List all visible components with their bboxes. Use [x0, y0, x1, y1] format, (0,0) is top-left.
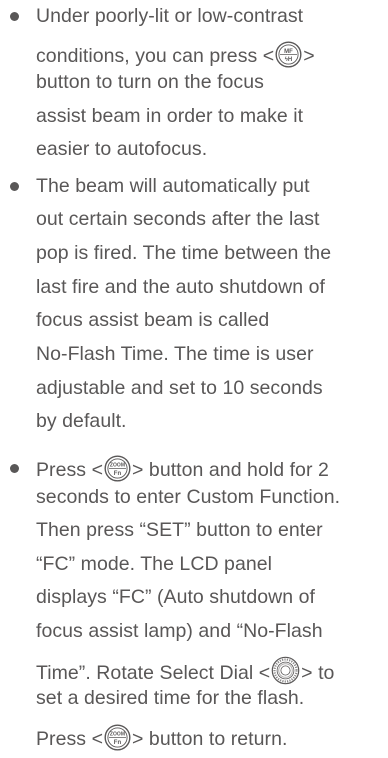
- text-segment: > button to return.: [132, 728, 288, 750]
- text-segment: Time”. Rotate Select Dial <: [36, 662, 271, 684]
- bullet-marker: [10, 464, 19, 473]
- text-line: assist beam in order to make it: [36, 105, 304, 127]
- text-line: by default.: [36, 410, 127, 432]
- text-line: displays “FC” (Auto shutdown of: [36, 586, 315, 608]
- text-segment: >: [303, 45, 315, 67]
- text-line: Then press “SET” button to enter: [36, 519, 323, 541]
- text-line: No-Flash Time. The time is user: [36, 343, 314, 365]
- text-line: out certain seconds after the last: [36, 208, 320, 230]
- zoom-label: ZOOM: [110, 463, 125, 469]
- text-line: last fire and the auto shutdown of: [36, 276, 325, 298]
- bullet-marker: [10, 182, 19, 191]
- text-segment: Press <: [36, 459, 104, 481]
- text-line: focus assist lamp) and “No-Flash: [36, 620, 323, 642]
- fn-label: Fn: [114, 471, 122, 477]
- text-line: set a desired time for the flash.: [36, 687, 305, 709]
- text-line: Press < ZOOM Fn > button to return.: [36, 724, 287, 758]
- fn-label: Fn: [114, 740, 122, 746]
- text-line: button to turn on the focus: [36, 71, 264, 93]
- text-line: Under poorly-lit or low-contrast: [36, 5, 304, 27]
- bullet-marker: [10, 12, 19, 21]
- text-segment: conditions, you can press <: [36, 45, 275, 67]
- text-line: pop is fired. The time between the: [36, 242, 332, 264]
- document-page: Under poorly-lit or low-contrast conditi…: [0, 0, 388, 755]
- zoom-label: ZOOM: [110, 732, 125, 738]
- text-line: The beam will automatically put: [36, 175, 310, 197]
- text-segment: > to: [301, 662, 335, 684]
- text-line: seconds to enter Custom Function.: [36, 486, 341, 508]
- text-line: adjustable and set to 10 seconds: [36, 377, 323, 399]
- hss-label: ϟH: [285, 57, 293, 63]
- zoom-fn-button-icon: ZOOM Fn: [104, 724, 131, 758]
- text-line: focus assist beam is called: [36, 309, 270, 331]
- text-line: easier to autofocus.: [36, 138, 208, 160]
- text-segment: Press <: [36, 728, 104, 750]
- mf-label: MF: [284, 49, 293, 55]
- text-segment: > button and hold for 2: [132, 459, 329, 481]
- text-line: “FC” mode. The LCD panel: [36, 553, 273, 575]
- mf-4h-button-icon: MF ϟH: [275, 41, 302, 75]
